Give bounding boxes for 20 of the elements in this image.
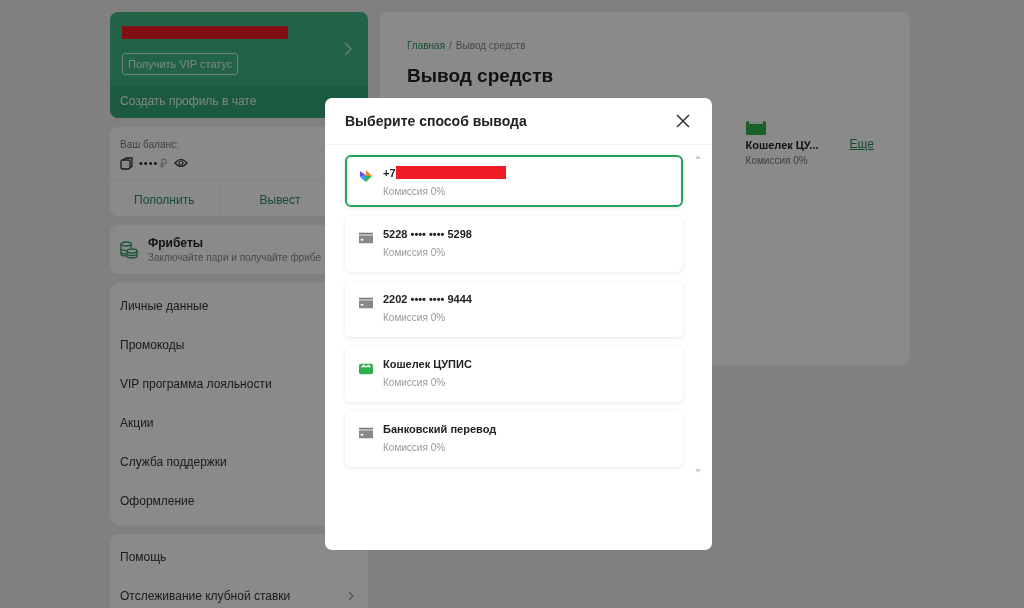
method-fee: Комиссия 0% bbox=[383, 312, 447, 323]
freebets-title: Фрибеты bbox=[148, 236, 204, 250]
freebets-subtitle: Заключайте пари и получайте фрибе bbox=[148, 252, 321, 263]
method-name: 2202 •••• •••• 9444 bbox=[383, 293, 472, 305]
method-fee: Комиссия 0% bbox=[383, 442, 447, 453]
method-name: 5228 •••• •••• 5298 bbox=[383, 228, 472, 240]
method-name: +7 bbox=[383, 166, 396, 179]
balance-label: Ваш баланс: bbox=[120, 139, 180, 150]
method-name: Кошелек ЦУ... bbox=[745, 139, 820, 151]
method-fee: Комиссия 0% bbox=[383, 377, 447, 388]
breadcrumb: Вывод средств bbox=[455, 40, 526, 51]
method-fee: Комиссия 0% bbox=[383, 186, 447, 197]
method-fee: Комиссия 0% bbox=[745, 155, 809, 166]
page-title: Вывод средств bbox=[407, 65, 555, 87]
method-fee: Комиссия 0% bbox=[383, 247, 447, 258]
method-name: Кошелек ЦУПИС bbox=[383, 358, 472, 370]
currency-sign: ₽ bbox=[160, 155, 169, 172]
breadcrumb-separator: / bbox=[449, 40, 452, 51]
method-name: Банковский перевод bbox=[383, 423, 497, 435]
balance-amount: •••• bbox=[139, 157, 159, 169]
